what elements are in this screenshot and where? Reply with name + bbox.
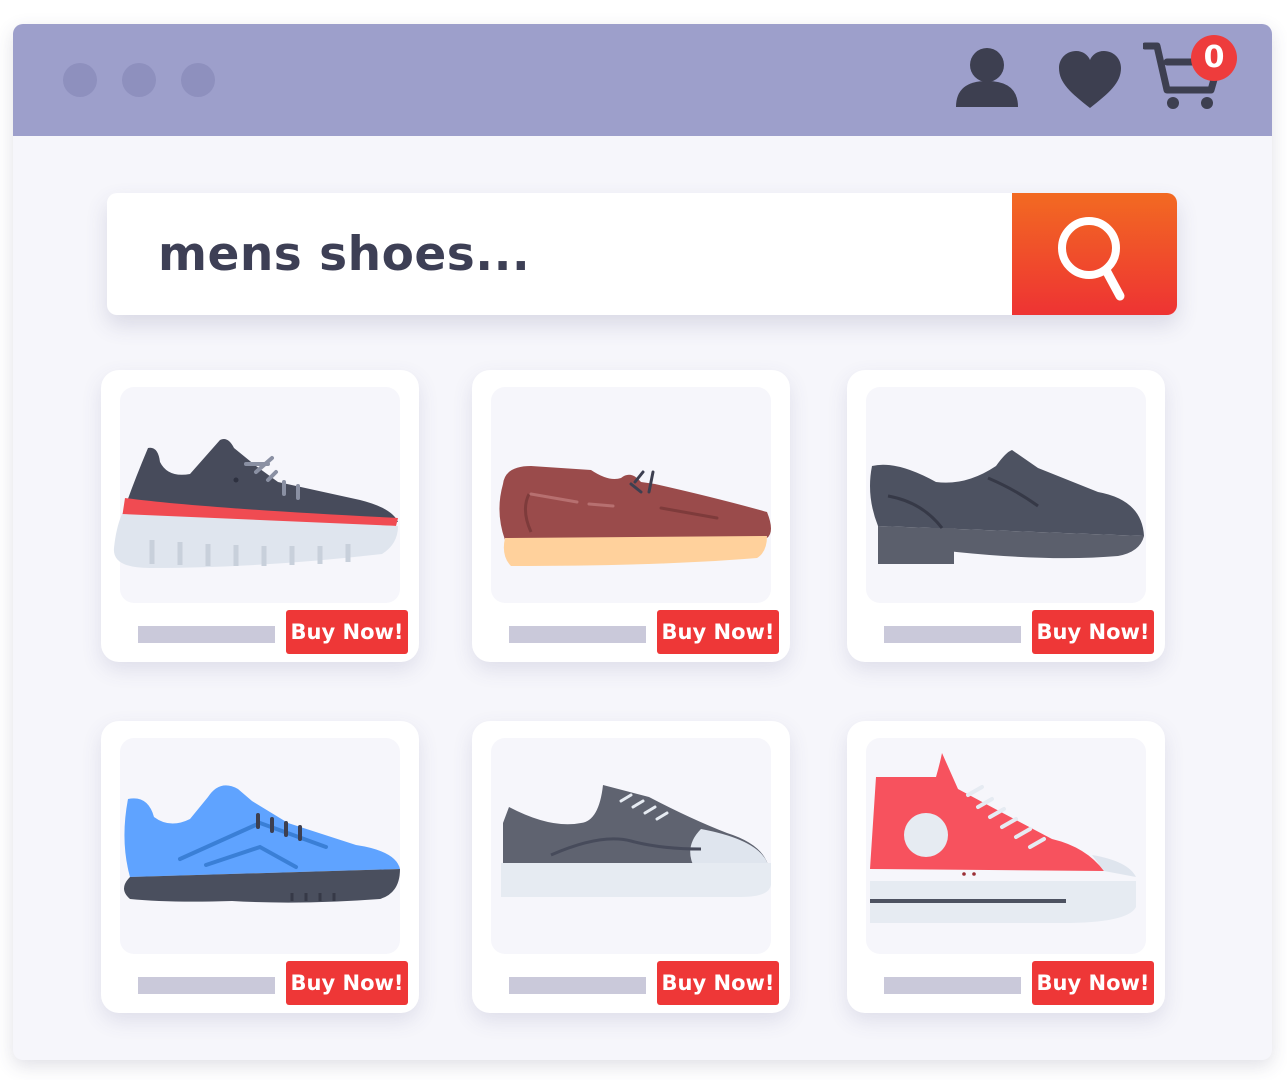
product-image: [491, 387, 771, 603]
product-price-placeholder: [509, 977, 646, 994]
user-icon[interactable]: [954, 47, 1020, 113]
running-shoe-icon: [110, 737, 400, 959]
product-image: [866, 387, 1146, 603]
cart-count-badge: 0: [1191, 35, 1237, 81]
product-image: [491, 738, 771, 954]
window-minimize-button[interactable]: [122, 63, 156, 97]
loafer-icon: [481, 386, 771, 608]
window-close-button[interactable]: [63, 63, 97, 97]
product-card[interactable]: Buy Now!: [101, 370, 419, 662]
product-image: [866, 738, 1146, 954]
search-bar: [107, 193, 1177, 315]
product-price-placeholder: [138, 977, 275, 994]
canvas-sneaker-icon: [481, 737, 771, 959]
browser-window: 0 mens shoes... Buy Now! Buy Now! Buy No…: [13, 24, 1272, 1060]
product-card[interactable]: Buy Now!: [101, 721, 419, 1013]
search-input[interactable]: [107, 193, 1012, 315]
product-image: [113, 387, 400, 603]
buy-now-button[interactable]: Buy Now!: [286, 961, 408, 1005]
buy-now-button[interactable]: Buy Now!: [1032, 610, 1154, 654]
product-price-placeholder: [884, 626, 1021, 643]
buy-now-button[interactable]: Buy Now!: [286, 610, 408, 654]
product-card[interactable]: Buy Now!: [847, 370, 1165, 662]
titlebar: 0: [13, 24, 1272, 136]
search-icon: [1052, 212, 1132, 308]
product-price-placeholder: [884, 977, 1021, 994]
product-card[interactable]: Buy Now!: [472, 370, 790, 662]
product-image: [120, 738, 400, 954]
product-price-placeholder: [138, 626, 275, 643]
window-maximize-button[interactable]: [181, 63, 215, 97]
sneaker-icon: [110, 386, 400, 608]
buy-now-button[interactable]: Buy Now!: [657, 961, 779, 1005]
heart-icon[interactable]: [1057, 50, 1123, 114]
high-top-sneaker-icon: [856, 737, 1146, 959]
buy-now-button[interactable]: Buy Now!: [657, 610, 779, 654]
product-card[interactable]: Buy Now!: [847, 721, 1165, 1013]
dress-shoe-icon: [856, 386, 1146, 608]
product-card[interactable]: Buy Now!: [472, 721, 790, 1013]
search-button[interactable]: [1012, 193, 1177, 315]
buy-now-button[interactable]: Buy Now!: [1032, 961, 1154, 1005]
product-price-placeholder: [509, 626, 646, 643]
